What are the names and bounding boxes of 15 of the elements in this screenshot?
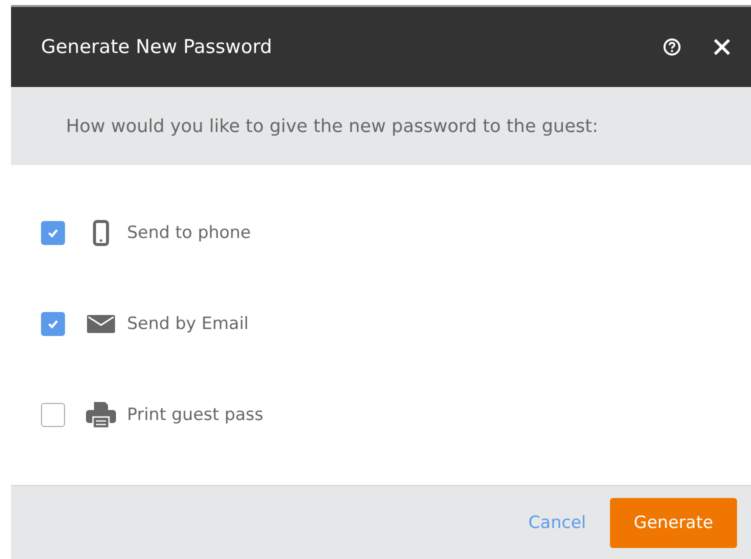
dialog-title: Generate New Password [41,36,274,58]
printer-icon [86,401,116,429]
checkbox[interactable] [41,312,65,336]
checkbox[interactable] [41,221,65,245]
option-label: Print guest pass [127,405,264,425]
prompt-text: How would you like to give the new password to the guest: [66,116,598,136]
help-icon[interactable] [663,38,681,56]
option-label: Send to phone [127,223,251,243]
phone-icon [93,220,109,246]
envelope-icon [87,315,115,333]
checkbox[interactable] [41,403,65,427]
generate-button[interactable]: Generate [610,498,737,548]
close-icon[interactable] [713,38,731,56]
cancel-button[interactable]: Cancel [524,506,590,538]
option-label: Send by Email [127,314,249,334]
